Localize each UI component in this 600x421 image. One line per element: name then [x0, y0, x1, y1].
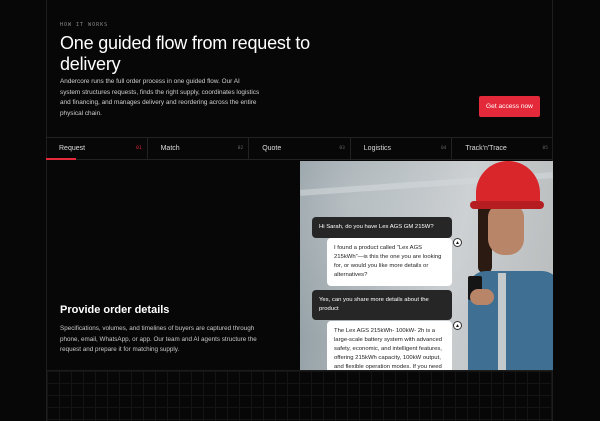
tab-number: 05	[542, 146, 548, 151]
vest-reflective-strip	[498, 273, 506, 370]
step-description: Specifications, volumes, and timelines o…	[60, 325, 257, 353]
get-access-button[interactable]: Get access now	[479, 96, 540, 117]
bot-avatar-icon: ▲	[453, 238, 462, 247]
tab-track-n-trace[interactable]: Track'n'Trace 05	[452, 138, 553, 159]
tab-number: 02	[237, 146, 244, 151]
chat-message-user: Yes, can you share more details about th…	[312, 290, 452, 320]
chat-message-user: Hi Sarah, do you have Lex AGS GM 215W?	[312, 217, 452, 238]
tab-number: 01	[136, 146, 142, 151]
chat-message-bot: The Lex AGS 215kWh- 100kW- 2h is a large…	[327, 321, 452, 370]
worker-figure	[468, 161, 553, 370]
hard-hat-brim	[470, 201, 544, 209]
step-tabs: Request 01 Match 02 Quote 03 Logistics 0…	[46, 137, 553, 160]
tab-label: Track'n'Trace	[465, 145, 507, 152]
tab-request[interactable]: Request 01	[46, 138, 148, 160]
worker-photo: Hi Sarah, do you have Lex AGS GM 215W? I…	[300, 161, 553, 370]
chat-message-bot: I found a product called “Lex AGS 215kWh…	[327, 238, 452, 286]
tab-logistics[interactable]: Logistics 04	[351, 138, 453, 159]
intro-text: Andercore runs the full order process in…	[60, 78, 260, 117]
section-eyebrow: HOW IT WORKS	[60, 22, 109, 28]
bot-avatar-icon: ▲	[453, 321, 462, 330]
tab-label: Logistics	[363, 145, 392, 152]
tab-match[interactable]: Match 02	[148, 138, 250, 159]
worker-face	[488, 205, 524, 255]
grid-background	[47, 370, 552, 421]
tab-label: Match	[160, 145, 180, 152]
tab-number: 04	[440, 146, 447, 151]
tab-label: Request	[59, 145, 86, 152]
tab-number: 03	[339, 146, 345, 151]
tab-label: Quote	[262, 145, 282, 152]
tab-quote[interactable]: Quote 03	[249, 138, 351, 159]
step-title: Provide order details	[60, 304, 170, 316]
worker-hand	[470, 289, 494, 305]
page-title: One guided flow from request to delivery	[60, 33, 310, 74]
